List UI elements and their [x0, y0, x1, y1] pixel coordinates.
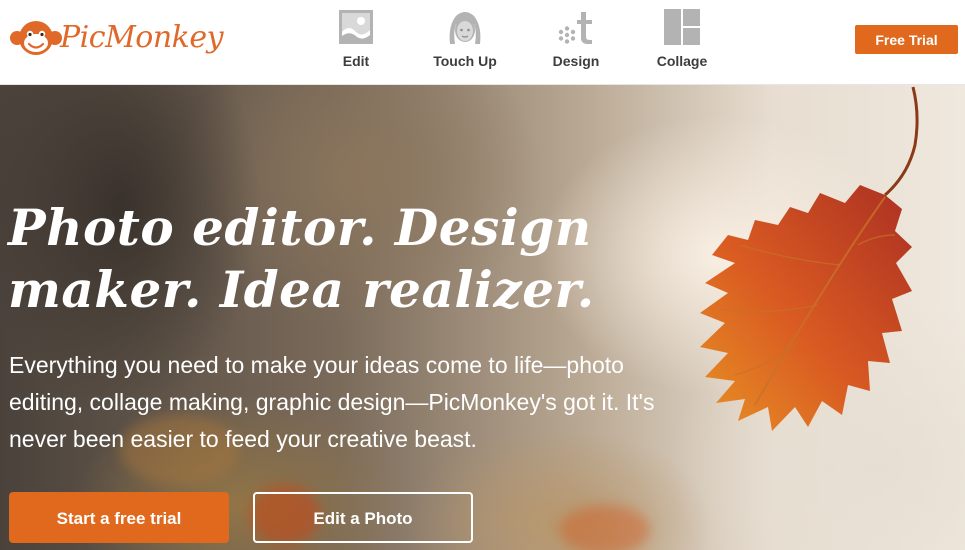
design-icon — [558, 12, 592, 44]
nav-label-edit: Edit — [342, 53, 370, 69]
hero-section: Photo editor. Design maker. Idea realize… — [0, 85, 965, 550]
image-icon — [339, 10, 373, 44]
main-nav: Edit Touch Up Design Collage — [0, 8, 965, 78]
free-trial-button[interactable]: Free Trial — [855, 25, 958, 54]
hero-title: Photo editor. Design maker. Idea realize… — [8, 198, 595, 319]
nav-label-touch-up: Touch Up — [433, 53, 497, 69]
nav-item-touch-up[interactable]: Touch Up — [420, 8, 510, 74]
site-header: PicMonkey Edit Touch Up Design Collage F… — [0, 0, 965, 85]
collage-icon — [664, 9, 700, 45]
nav-label-design: Design — [552, 53, 600, 69]
face-icon — [449, 12, 481, 44]
nav-item-design[interactable]: Design — [531, 8, 621, 74]
start-free-trial-button[interactable]: Start a free trial — [9, 492, 229, 543]
nav-item-collage[interactable]: Collage — [637, 8, 727, 74]
edit-a-photo-button[interactable]: Edit a Photo — [253, 492, 473, 543]
nav-label-collage: Collage — [656, 53, 708, 69]
nav-item-edit[interactable]: Edit — [311, 8, 401, 74]
hero-subtitle: Everything you need to make your ideas c… — [9, 352, 655, 452]
